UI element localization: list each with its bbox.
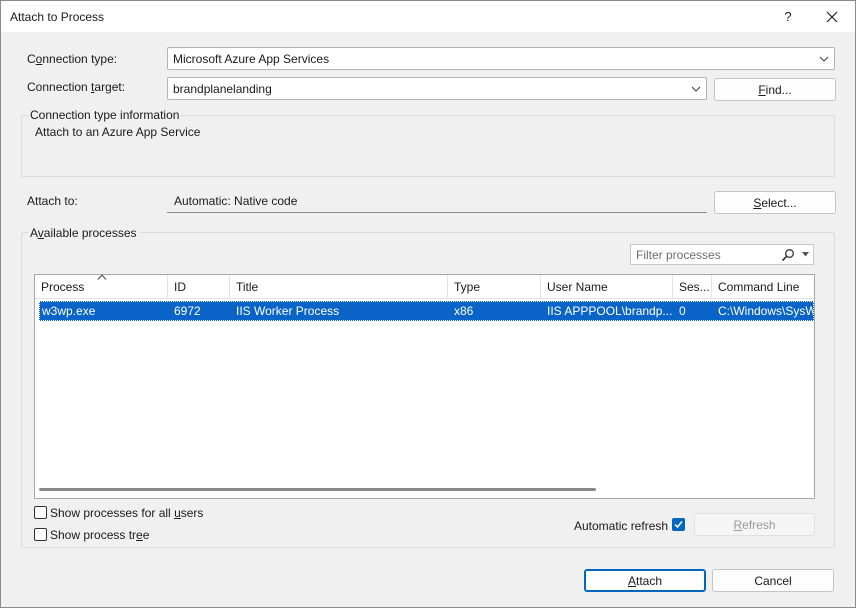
search-icon bbox=[781, 249, 794, 262]
help-icon: ? bbox=[784, 9, 792, 24]
column-header-session[interactable]: Ses... bbox=[673, 275, 712, 299]
connection-target-value: brandplanelanding bbox=[173, 82, 272, 96]
column-header-command-line[interactable]: Command Line bbox=[712, 275, 814, 299]
sort-ascending-icon bbox=[97, 275, 107, 280]
close-button[interactable] bbox=[809, 1, 855, 32]
chevron-down-icon bbox=[691, 86, 701, 92]
close-icon bbox=[826, 11, 838, 22]
attach-to-process-dialog: Attach to Process ? Connection type: Mic… bbox=[0, 0, 856, 608]
column-header-title[interactable]: Title bbox=[230, 275, 448, 299]
column-header-id[interactable]: ID bbox=[168, 275, 230, 299]
attach-to-value: Automatic: Native code bbox=[174, 194, 298, 208]
column-header-type[interactable]: Type bbox=[448, 275, 541, 299]
title-bar: Attach to Process ? bbox=[1, 1, 855, 32]
table-row[interactable]: w3wp.exe 6972 IIS Worker Process x86 IIS… bbox=[39, 301, 814, 321]
connection-target-combo[interactable]: brandplanelanding bbox=[167, 77, 707, 100]
connection-type-info-text: Attach to an Azure App Service bbox=[35, 125, 201, 139]
dialog-title: Attach to Process bbox=[10, 10, 105, 24]
connection-type-select[interactable]: Microsoft Azure App Services bbox=[167, 47, 835, 70]
filter-dropdown-icon[interactable] bbox=[802, 252, 809, 257]
cell-title: IIS Worker Process bbox=[236, 304, 340, 318]
cancel-button[interactable]: Cancel bbox=[712, 569, 834, 592]
column-header-process[interactable]: Process bbox=[35, 275, 168, 299]
connection-type-value: Microsoft Azure App Services bbox=[173, 52, 330, 66]
help-button[interactable]: ? bbox=[765, 1, 811, 32]
checkmark-icon bbox=[674, 521, 683, 529]
show-process-tree-checkbox[interactable] bbox=[34, 528, 47, 541]
chevron-down-icon bbox=[819, 56, 829, 62]
attach-to-field: Automatic: Native code bbox=[167, 190, 707, 213]
cell-id: 6972 bbox=[174, 304, 201, 318]
process-list-header: Process ID Title Type User Name Ses... C… bbox=[35, 275, 814, 299]
cell-type: x86 bbox=[454, 304, 474, 318]
cell-command-line: C:\Windows\SysW bbox=[718, 304, 813, 318]
cell-process: w3wp.exe bbox=[42, 304, 96, 318]
attach-to-label: Attach to: bbox=[27, 194, 78, 208]
column-header-user-name[interactable]: User Name bbox=[541, 275, 673, 299]
find-button[interactable]: Find... bbox=[714, 78, 836, 101]
refresh-button[interactable]: Refresh bbox=[694, 513, 815, 536]
cell-session: 0 bbox=[679, 304, 686, 318]
connection-type-label: Connection type: bbox=[27, 52, 118, 66]
automatic-refresh-label: Automatic refresh bbox=[574, 519, 669, 533]
horizontal-scrollbar[interactable] bbox=[39, 488, 596, 491]
connection-target-label: Connection target: bbox=[27, 80, 126, 94]
available-processes-title: Available processes bbox=[28, 226, 139, 240]
show-all-users-checkbox[interactable] bbox=[34, 506, 47, 519]
connection-type-info-title: Connection type information bbox=[28, 108, 182, 122]
select-button[interactable]: Select... bbox=[714, 191, 836, 214]
automatic-refresh-checkbox[interactable] bbox=[672, 518, 685, 531]
filter-processes-input[interactable]: Filter processes bbox=[630, 244, 814, 265]
process-list[interactable]: Process ID Title Type User Name Ses... C… bbox=[34, 274, 815, 499]
filter-placeholder: Filter processes bbox=[636, 248, 721, 262]
cell-user-name: IIS APPPOOL\brandp... bbox=[547, 304, 673, 318]
attach-button[interactable]: Attach bbox=[584, 569, 706, 592]
show-process-tree-label: Show process tree bbox=[50, 528, 150, 542]
show-all-users-label: Show processes for all users bbox=[50, 506, 204, 520]
